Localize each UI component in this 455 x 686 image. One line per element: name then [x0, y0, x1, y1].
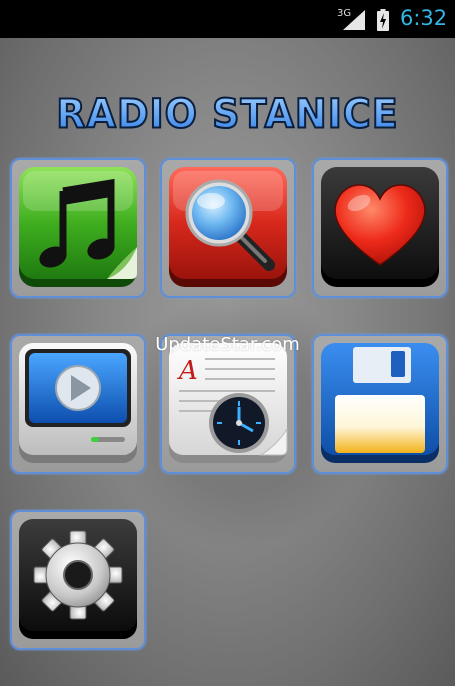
watermark: UpdateStar.com [155, 334, 300, 355]
play-screen-icon [19, 343, 137, 463]
favorites-tile[interactable] [312, 158, 448, 298]
schedule-tile[interactable]: A [160, 334, 296, 474]
save-tile[interactable] [312, 334, 448, 474]
svg-text:A: A [177, 356, 198, 386]
search-tile[interactable] [160, 158, 296, 298]
gear-icon [19, 519, 137, 639]
music-tile[interactable] [10, 158, 146, 298]
heart-icon [321, 167, 439, 287]
battery-charging-icon [377, 9, 389, 31]
magnifier-icon [169, 167, 287, 287]
page-title: RADIO STANICE [0, 90, 455, 138]
settings-tile[interactable] [10, 510, 146, 650]
status-bar: 3G 6:32 [0, 0, 455, 38]
signal-icon [343, 10, 365, 30]
player-tile[interactable] [10, 334, 146, 474]
floppy-disk-icon [321, 343, 439, 463]
clock: 6:32 [400, 6, 448, 30]
document-clock-icon: A [169, 343, 288, 463]
music-note-icon [19, 167, 137, 287]
